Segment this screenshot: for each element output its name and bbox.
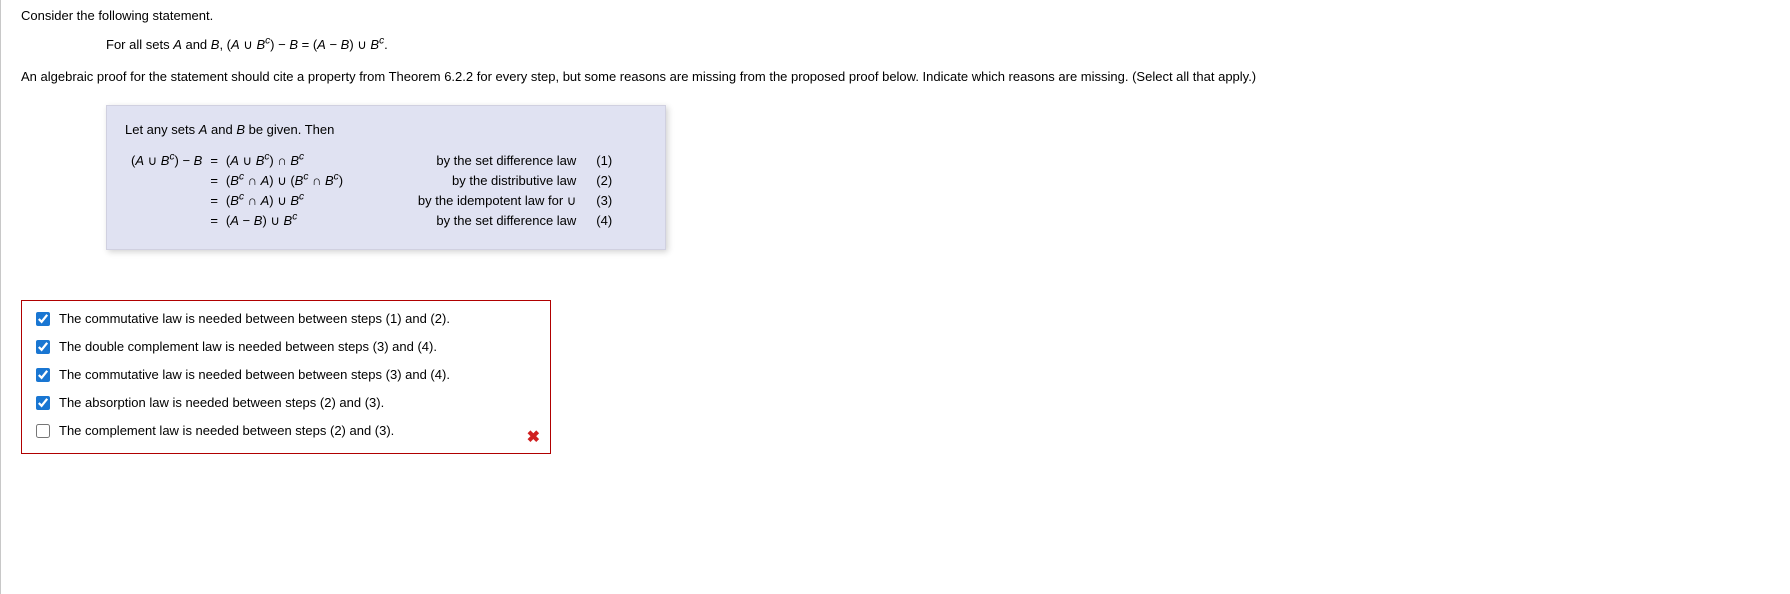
incorrect-icon: ✖ bbox=[527, 427, 540, 447]
proof-rhs: (Bc ∩ A) ∪ Bc bbox=[220, 191, 400, 211]
proof-reason: by the idempotent law for ∪ bbox=[400, 191, 582, 211]
option-label[interactable]: The complement law is needed between ste… bbox=[59, 423, 394, 438]
proof-eq: = bbox=[208, 191, 220, 211]
proof-box: Let any sets A and B be given. Then (A ∪… bbox=[106, 105, 666, 250]
proof-rhs: (Bc ∩ A) ∪ (Bc ∩ Bc) bbox=[220, 171, 400, 191]
proof-row: = (Bc ∩ A) ∪ Bc by the idempotent law fo… bbox=[125, 191, 618, 211]
proof-reason: by the set difference law bbox=[400, 211, 582, 231]
question-page: Consider the following statement. For al… bbox=[0, 0, 1790, 594]
option-checkbox[interactable] bbox=[36, 368, 50, 382]
statement-A: A bbox=[173, 37, 182, 52]
option-row: The complement law is needed between ste… bbox=[32, 417, 540, 445]
option-checkbox[interactable] bbox=[36, 396, 50, 410]
option-row: The commutative law is needed between be… bbox=[32, 361, 540, 389]
option-label[interactable]: The absorption law is needed between ste… bbox=[59, 395, 384, 410]
proof-tag: (1) bbox=[582, 151, 618, 171]
proof-eq: = bbox=[208, 151, 220, 171]
proof-rhs: (A ∪ Bc) ∩ Bc bbox=[220, 151, 400, 171]
option-checkbox[interactable] bbox=[36, 312, 50, 326]
option-checkbox[interactable] bbox=[36, 340, 50, 354]
question-intro: Consider the following statement. bbox=[21, 8, 1770, 23]
proof-table: (A ∪ Bc) − B = (A ∪ Bc) ∩ Bc by the set … bbox=[125, 151, 618, 231]
statement-and: and bbox=[182, 37, 211, 52]
statement-rest: , (A ∪ Bc) − B = (A − B) ∪ Bc. bbox=[219, 37, 387, 52]
proof-row: (A ∪ Bc) − B = (A ∪ Bc) ∩ Bc by the set … bbox=[125, 151, 618, 171]
proof-row: = (Bc ∩ A) ∪ (Bc ∩ Bc) by the distributi… bbox=[125, 171, 618, 191]
proof-intro: Let any sets A and B be given. Then bbox=[125, 122, 647, 137]
option-label[interactable]: The commutative law is needed between be… bbox=[59, 311, 450, 326]
option-row: The absorption law is needed between ste… bbox=[32, 389, 540, 417]
statement-prefix: For all sets bbox=[106, 37, 173, 52]
option-label[interactable]: The double complement law is needed betw… bbox=[59, 339, 437, 354]
option-label[interactable]: The commutative law is needed between be… bbox=[59, 367, 450, 382]
proof-tag: (3) bbox=[582, 191, 618, 211]
proof-tag: (4) bbox=[582, 211, 618, 231]
statement: For all sets A and B, (A ∪ Bc) − B = (A … bbox=[106, 37, 1770, 53]
proof-reason: by the set difference law bbox=[400, 151, 582, 171]
option-row: The double complement law is needed betw… bbox=[32, 333, 540, 361]
statement-expr: A bbox=[231, 37, 240, 52]
proof-lhs: (A ∪ Bc) − B bbox=[125, 151, 208, 171]
proof-reason: by the distributive law bbox=[400, 171, 582, 191]
proof-tag: (2) bbox=[582, 171, 618, 191]
instruction: An algebraic proof for the statement sho… bbox=[21, 67, 1770, 87]
proof-eq: = bbox=[208, 211, 220, 231]
option-checkbox[interactable] bbox=[36, 424, 50, 438]
proof-row: = (A − B) ∪ Bc by the set difference law… bbox=[125, 211, 618, 231]
proof-eq: = bbox=[208, 171, 220, 191]
proof-rhs: (A − B) ∪ Bc bbox=[220, 211, 400, 231]
options-box: The commutative law is needed between be… bbox=[21, 300, 551, 454]
option-row: The commutative law is needed between be… bbox=[32, 305, 540, 333]
